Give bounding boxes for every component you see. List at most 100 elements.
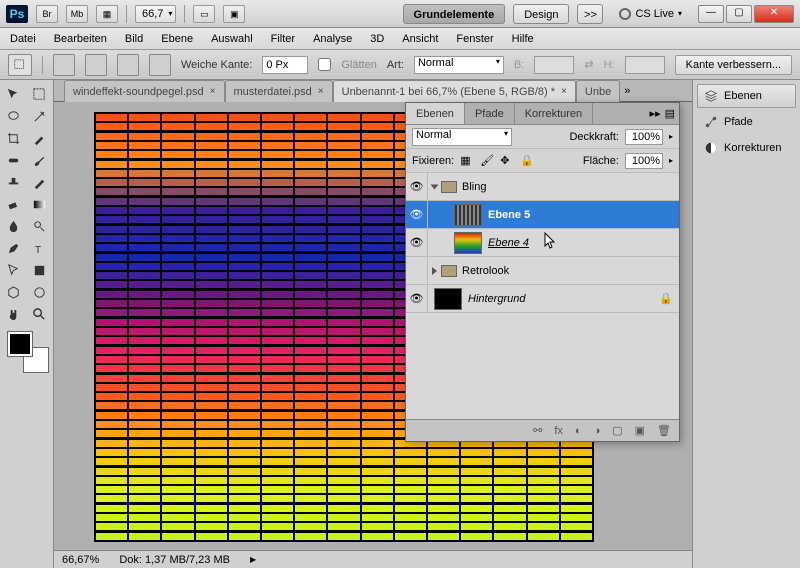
shape-tool[interactable] (28, 260, 51, 280)
layer-thumbnail[interactable] (454, 232, 482, 254)
eyedropper-tool[interactable] (28, 128, 51, 148)
antialias-checkbox[interactable] (318, 58, 331, 71)
status-doc-size[interactable]: Dok: 1,37 MB/7,23 MB (119, 554, 230, 566)
layer-name[interactable]: Hintergrund (468, 293, 659, 305)
opacity-input[interactable] (625, 129, 663, 145)
hand-tool[interactable] (2, 304, 25, 324)
zoom-dropdown[interactable]: 66,7 (135, 5, 176, 23)
3d-camera-tool[interactable] (28, 282, 51, 302)
menu-auswahl[interactable]: Auswahl (211, 33, 253, 45)
close-icon[interactable]: × (210, 81, 216, 103)
stamp-tool[interactable] (2, 172, 25, 192)
disclosure-icon[interactable] (432, 267, 437, 275)
zoom-tool[interactable] (28, 304, 51, 324)
visibility-icon[interactable]: 👁 (406, 229, 428, 256)
menu-3d[interactable]: 3D (370, 33, 384, 45)
layer-fx-icon[interactable]: fx (554, 425, 563, 437)
style-dropdown[interactable]: Normal (414, 56, 504, 74)
eraser-tool[interactable] (2, 194, 25, 214)
menu-bild[interactable]: Bild (125, 33, 143, 45)
panel-tab-ebenen[interactable]: Ebenen (406, 103, 465, 124)
layer-group-bling[interactable]: 👁 Bling (406, 173, 679, 201)
brush-tool[interactable] (28, 150, 51, 170)
dodge-tool[interactable] (28, 216, 51, 236)
pen-tool[interactable] (2, 238, 25, 258)
healing-tool[interactable] (2, 150, 25, 170)
path-select-tool[interactable] (2, 260, 25, 280)
marquee-rect-button[interactable] (53, 54, 75, 76)
lock-all-icon[interactable]: 🔒 (520, 154, 534, 168)
marquee-add-button[interactable] (85, 54, 107, 76)
status-zoom[interactable]: 66,67% (62, 554, 99, 566)
layer-hintergrund[interactable]: 👁 Hintergrund 🔒 (406, 285, 679, 313)
panel-collapse-icon[interactable]: ▸▸ (650, 107, 661, 120)
workspace-tab-design[interactable]: Design (513, 4, 569, 24)
dock-item-korrekturen[interactable]: Korrekturen (697, 136, 796, 160)
view-extras-button[interactable]: ▦ (96, 5, 118, 23)
workspace-more-button[interactable]: >> (577, 4, 603, 24)
adjustment-layer-icon[interactable]: ◑ (594, 425, 601, 437)
type-tool[interactable]: T (28, 238, 51, 258)
3d-tool[interactable] (2, 282, 25, 302)
marquee-sub-button[interactable] (117, 54, 139, 76)
feather-input[interactable] (262, 56, 308, 74)
menu-hilfe[interactable]: Hilfe (512, 33, 534, 45)
close-icon[interactable]: × (318, 81, 324, 103)
marquee-intersect-button[interactable] (149, 54, 171, 76)
move-tool[interactable] (2, 84, 25, 104)
layer-name[interactable]: Ebene 4 (488, 237, 679, 249)
new-group-icon[interactable]: ▢ (612, 424, 622, 437)
menu-fenster[interactable]: Fenster (456, 33, 493, 45)
lock-paint-icon[interactable]: 🖌 (480, 154, 494, 168)
marquee-tool[interactable] (28, 84, 51, 104)
refine-edge-button[interactable]: Kante verbessern... (675, 55, 792, 75)
visibility-icon[interactable]: 👁 (406, 173, 428, 200)
layer-thumbnail[interactable] (454, 204, 482, 226)
tab-overflow-button[interactable]: » (624, 80, 630, 101)
menu-ebene[interactable]: Ebene (161, 33, 193, 45)
doc-tab-1[interactable]: musterdatei.psd× (225, 80, 333, 102)
panel-tab-korrekturen[interactable]: Korrekturen (515, 103, 593, 124)
bridge-button[interactable]: Br (36, 5, 58, 23)
new-layer-icon[interactable]: ▣ (635, 424, 645, 437)
layer-name[interactable]: Retrolook (462, 265, 679, 277)
doc-tab-2[interactable]: Unbenannt-1 bei 66,7% (Ebene 5, RGB/8) *… (333, 80, 576, 102)
opacity-arrow-icon[interactable]: ▸ (669, 132, 673, 141)
disclosure-icon[interactable] (431, 184, 439, 189)
visibility-icon[interactable] (406, 257, 428, 284)
menu-filter[interactable]: Filter (271, 33, 295, 45)
blend-mode-dropdown[interactable]: Normal (412, 128, 512, 146)
layer-ebene-4[interactable]: 👁 Ebene 4 (406, 229, 679, 257)
dock-item-ebenen[interactable]: Ebenen (697, 84, 796, 108)
delete-layer-icon[interactable]: 🗑 (657, 424, 671, 437)
workspace-tab-grundelemente[interactable]: Grundelemente (403, 4, 506, 24)
layer-thumbnail[interactable] (434, 288, 462, 310)
visibility-icon[interactable]: 👁 (406, 201, 428, 228)
fill-arrow-icon[interactable]: ▸ (669, 156, 673, 165)
fill-input[interactable] (625, 153, 663, 169)
blur-tool[interactable] (2, 216, 25, 236)
menu-ansicht[interactable]: Ansicht (402, 33, 438, 45)
menu-bearbeiten[interactable]: Bearbeiten (54, 33, 107, 45)
menu-datei[interactable]: Datei (10, 33, 36, 45)
lock-transparent-icon[interactable]: ▦ (460, 154, 474, 168)
screen-mode-button[interactable]: ▣ (223, 5, 245, 23)
tool-preset-picker[interactable] (8, 54, 32, 76)
mini-bridge-button[interactable]: Mb (66, 5, 88, 23)
panel-menu-icon[interactable]: ▤ (665, 107, 675, 120)
lasso-tool[interactable] (2, 106, 25, 126)
foreground-color-swatch[interactable] (8, 332, 32, 356)
gradient-tool[interactable] (28, 194, 51, 214)
visibility-icon[interactable]: 👁 (406, 285, 428, 312)
crop-tool[interactable] (2, 128, 25, 148)
wand-tool[interactable] (28, 106, 51, 126)
doc-tab-0[interactable]: windeffekt-soundpegel.psd× (64, 80, 225, 102)
close-button[interactable]: ✕ (754, 5, 794, 23)
status-arrow-icon[interactable]: ▶ (250, 555, 256, 564)
maximize-button[interactable]: ▢ (726, 5, 752, 23)
menu-analyse[interactable]: Analyse (313, 33, 352, 45)
lock-move-icon[interactable]: ✥ (500, 154, 514, 168)
layer-group-retrolook[interactable]: Retrolook (406, 257, 679, 285)
link-layers-icon[interactable]: ⚯ (533, 424, 542, 437)
layer-ebene-5[interactable]: 👁 Ebene 5 (406, 201, 679, 229)
